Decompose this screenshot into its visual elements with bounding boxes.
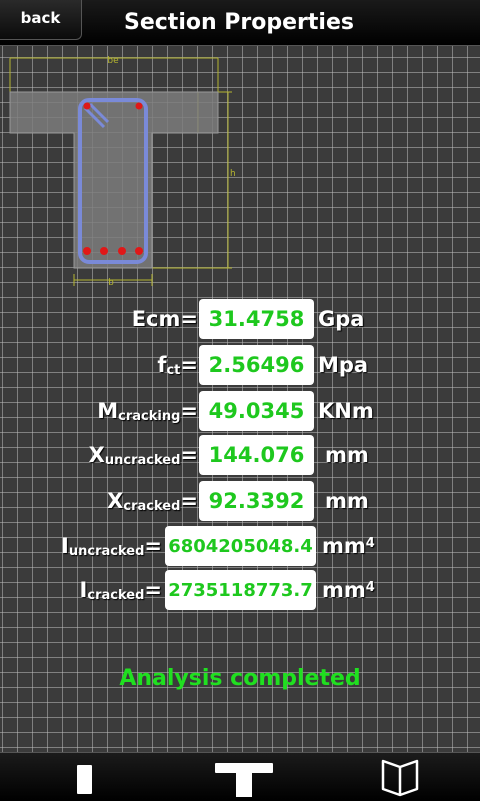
icracked-value: 2735118773.7: [165, 570, 316, 610]
ecm-value: 31.4758: [199, 299, 314, 339]
page-title: Section Properties: [124, 10, 354, 35]
row-iuncracked: Iuncracked = 6804205048.4 mm 4: [0, 526, 480, 566]
xcracked-value: 92.3392: [199, 481, 314, 521]
row-xcracked: Xcracked = 92.3392 mm: [0, 481, 480, 521]
fct-unit: Mpa: [318, 353, 369, 377]
row-icracked: Icracked = 2735118773.7 mm 4: [0, 570, 480, 610]
iuncracked-unit: mm 4: [322, 534, 375, 558]
xcracked-label: Xcracked =: [107, 489, 198, 514]
mcracking-label: Mcracking =: [97, 399, 198, 424]
t-section-icon: [215, 763, 273, 797]
xuncracked-unit: mm: [325, 443, 369, 467]
icracked-label: Icracked =: [79, 578, 162, 603]
tab-rectangle-section[interactable]: [40, 753, 130, 801]
row-fct: f ct = 2.56496 Mpa: [0, 345, 480, 385]
book-icon: [381, 759, 419, 797]
tab-documentation[interactable]: [355, 753, 445, 801]
tab-t-section[interactable]: [200, 753, 290, 801]
xcracked-unit: mm: [325, 489, 369, 513]
be-label: be: [107, 56, 119, 66]
row-mcracking: Mcracking = 49.0345 KNm: [0, 391, 480, 431]
rectangle-section-icon: [77, 765, 92, 794]
row-ecm: Ecm = 31.4758 Gpa: [0, 299, 480, 339]
xuncracked-value: 144.076: [199, 435, 314, 475]
iuncracked-label: Iuncracked =: [61, 534, 162, 559]
top-bar: back Section Properties: [0, 0, 480, 46]
mcracking-value: 49.0345: [199, 391, 314, 431]
bottom-tab-bar: [0, 752, 480, 801]
xuncracked-label: Xuncracked =: [88, 443, 198, 468]
ecm-unit: Gpa: [318, 307, 365, 331]
status-message: Analysis completed: [119, 666, 361, 691]
t-section-drawing: be h b: [9, 56, 236, 288]
fct-label: f ct =: [157, 353, 198, 378]
iuncracked-value: 6804205048.4: [165, 526, 316, 566]
h-label: h: [230, 169, 236, 179]
concrete-section: [9, 91, 219, 269]
row-xuncracked: Xuncracked = 144.076 mm: [0, 435, 480, 475]
ecm-label: Ecm =: [131, 307, 198, 331]
mcracking-unit: KNm: [318, 399, 374, 423]
back-button[interactable]: back: [0, 0, 82, 40]
fct-value: 2.56496: [199, 345, 314, 385]
b-label: b: [108, 278, 114, 288]
icracked-unit: mm 4: [322, 578, 375, 602]
